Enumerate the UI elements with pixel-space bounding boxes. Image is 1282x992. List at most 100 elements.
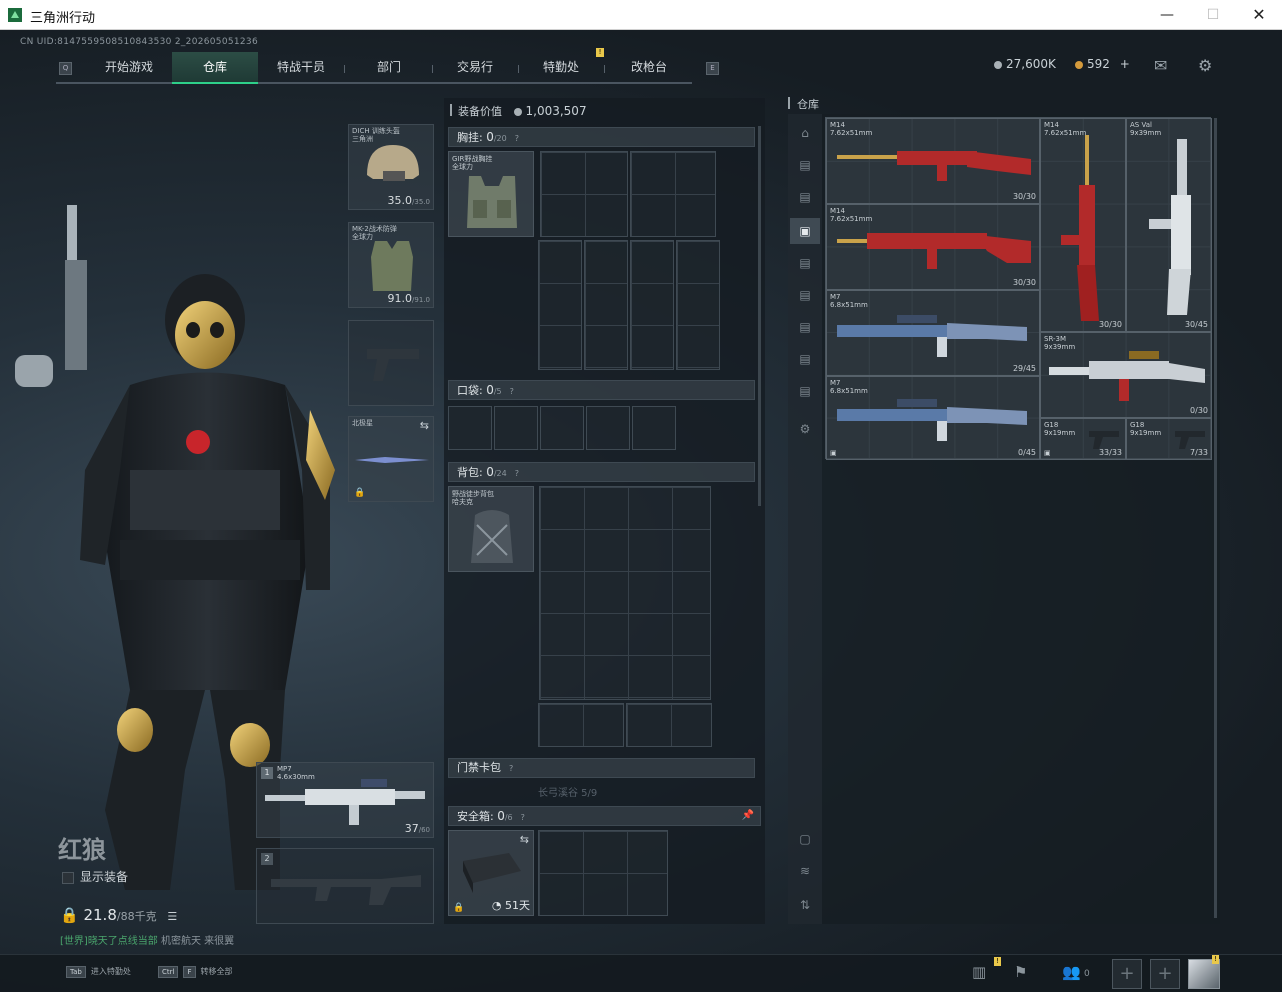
tab-gunsmith[interactable]: 改枪台 — [606, 52, 692, 84]
helmet-slot[interactable]: DICH 训练头盔 三角洲 35.0/35.0 — [348, 124, 434, 210]
keycard-case-header[interactable]: 门禁卡包? — [448, 758, 755, 778]
safe-icon[interactable]: ▢ — [796, 830, 814, 848]
category-icon[interactable]: ▤ — [796, 286, 814, 304]
friends-icon[interactable]: 👥 — [1062, 963, 1081, 981]
tab-department[interactable]: 部门 — [346, 52, 432, 84]
swap-icon[interactable]: ⇆ — [520, 833, 529, 846]
add-currency-button[interactable]: + — [1120, 57, 1130, 71]
chest-rig-header: 胸挂: 0/20? — [448, 127, 755, 147]
chest-rig-grid-slot[interactable] — [584, 240, 628, 370]
lock-icon: 🔒 — [354, 488, 366, 498]
chest-rig-grid-slot[interactable] — [676, 240, 720, 370]
warehouse-item[interactable]: M7 6.8x51mm ▣ 0/45 — [826, 376, 1040, 460]
list-icon[interactable]: ☰ — [167, 910, 177, 923]
pistol-slot[interactable] — [348, 320, 434, 406]
tab-special-service[interactable]: 特勤处 — [518, 52, 604, 84]
pocket-slot[interactable] — [448, 406, 492, 450]
pocket-slot[interactable] — [494, 406, 538, 450]
armor-slot[interactable]: MK-2战术防弹 全球力 91.0/91.0 — [348, 222, 434, 308]
lock-icon: ▣ — [830, 449, 837, 457]
chest-rig-item[interactable]: GIR野战胸挂 全球力 — [448, 151, 534, 237]
melee-slot[interactable]: 北极星 ⇆ 🔒 — [348, 416, 434, 502]
chest-rig-grid-slot[interactable] — [538, 240, 582, 370]
warehouse-item[interactable]: AS Val 9x39mm 30/45 — [1126, 118, 1212, 332]
warehouse-item[interactable]: M14 7.62x51mm 30/30 — [1040, 118, 1126, 332]
minimize-button[interactable]: — — [1144, 0, 1190, 30]
tab-operators[interactable]: 特战干员 — [258, 52, 344, 84]
window-titlebar: 三角洲行动 — ☐ ✕ — [0, 0, 1282, 30]
pocket-slot[interactable] — [632, 406, 676, 450]
tab-warehouse[interactable]: 仓库 — [172, 52, 258, 84]
pocket-slot[interactable] — [586, 406, 630, 450]
warehouse-item[interactable]: G18 9x19mm ▣ 33/33 — [1040, 418, 1126, 460]
primary-weapon-slot[interactable]: 1 MP7 4.6x30mm 37/60 — [256, 762, 434, 838]
mail-icon[interactable]: ✉ — [1154, 56, 1167, 75]
backpack-grid-slot[interactable] — [626, 703, 712, 747]
warehouse-item[interactable]: SR-3M 9x39mm 0/30 — [1040, 332, 1212, 418]
settings-gear-icon[interactable]: ⚙ — [796, 420, 814, 438]
category-icon[interactable]: ▤ — [796, 254, 814, 272]
section-marker — [788, 97, 790, 109]
close-button[interactable]: ✕ — [1236, 0, 1282, 30]
slot-index-2: 2 — [261, 853, 273, 865]
category-all-icon[interactable]: ⌂ — [796, 124, 814, 142]
notification-badge: ! — [596, 48, 604, 57]
invite-slot-button[interactable]: + — [1112, 959, 1142, 989]
item-label: M14 7.62x51mm — [830, 207, 873, 223]
currency-tickets[interactable]: 592 + — [1075, 57, 1130, 71]
section-marker — [450, 104, 452, 116]
swap-icon[interactable]: ⇆ — [420, 419, 429, 432]
warehouse-category-sidebar: ⌂ ▤ ▤ ▣ ▤ ▤ ▤ ▤ ▤ ⚙ ▢ ≋ ⇅ — [788, 114, 822, 924]
warehouse-scrollbar[interactable] — [1214, 118, 1217, 918]
invite-slot-button[interactable]: + — [1150, 959, 1180, 989]
category-weapons-icon[interactable]: ▣ — [790, 218, 820, 244]
category-icon[interactable]: ▤ — [796, 350, 814, 368]
chest-rig-grid-slot[interactable] — [630, 240, 674, 370]
secondary-weapon-slot[interactable]: 2 — [256, 848, 434, 924]
enter-special-service-hint[interactable]: Tab 进入特勤处 — [66, 966, 131, 978]
warehouse-item[interactable]: M14 7.62x51mm 30/30 — [826, 118, 1040, 204]
m7-rifle-icon — [837, 399, 1027, 441]
m7-rifle-icon — [837, 315, 1027, 357]
armor-durability: 91.0/91.0 — [387, 292, 430, 305]
loadout-scrollbar[interactable] — [758, 126, 761, 506]
sort-icon[interactable]: ⇅ — [796, 896, 814, 914]
show-equipment-toggle[interactable]: 显示装备 — [62, 868, 128, 885]
currency-coins[interactable]: 27,600K — [994, 57, 1056, 71]
pocket-slot[interactable] — [540, 406, 584, 450]
settings-gear-icon[interactable]: ⚙ — [1198, 56, 1212, 75]
as-val-rifle-icon — [1149, 139, 1191, 315]
backpack-grid-slot[interactable] — [538, 703, 624, 747]
nav-prev-key-icon[interactable]: Q — [59, 62, 72, 75]
chest-rig-grid-slot[interactable] — [540, 151, 628, 237]
nav-next-key-icon[interactable]: E — [706, 62, 719, 75]
coin-icon — [994, 60, 1002, 69]
safe-box-item[interactable]: ⇆ 🔒 ◔ 51天 — [448, 830, 534, 916]
layers-icon[interactable]: ≋ — [796, 862, 814, 880]
category-icon[interactable]: ▤ — [796, 382, 814, 400]
category-icon[interactable]: ▤ — [796, 188, 814, 206]
tab-trading[interactable]: 交易行 — [432, 52, 518, 84]
chest-rig-grid-slot[interactable] — [630, 151, 716, 237]
maximize-button[interactable]: ☐ — [1190, 0, 1236, 30]
helmet-durability: 35.0/35.0 — [387, 194, 430, 207]
backpack-grid[interactable] — [539, 486, 711, 700]
warehouse-item[interactable]: M7 6.8x51mm 29/45 — [826, 290, 1040, 376]
category-icon[interactable]: ▤ — [796, 318, 814, 336]
transfer-all-hint[interactable]: Ctrl F 转移全部 — [158, 966, 233, 978]
category-icon[interactable]: ▤ — [796, 156, 814, 174]
pin-icon[interactable]: 📌 — [742, 807, 754, 825]
warehouse-item[interactable]: G18 9x19mm 7/33 — [1126, 418, 1212, 460]
flag-icon[interactable]: ⚑ — [1014, 963, 1027, 981]
stats-chart-icon[interactable]: ▥ — [972, 963, 986, 981]
safe-box-grid[interactable] — [538, 830, 668, 916]
checkbox-icon — [62, 871, 74, 884]
weight-readout: 🔒 21.8/88千克 ☰ — [60, 906, 178, 924]
warehouse-item[interactable]: M14 7.62x51mm 30/30 — [826, 204, 1040, 290]
backpack-item[interactable]: 野战徒步背包 哈夫克 — [448, 486, 534, 572]
ticket-icon — [1075, 60, 1083, 69]
tab-start-game[interactable]: 开始游戏 — [86, 52, 172, 84]
m14-rifle-icon — [837, 151, 1031, 181]
app-icon — [8, 8, 22, 22]
uid-text: CN UID:8147559508510843530 2_20260505123… — [20, 37, 258, 47]
